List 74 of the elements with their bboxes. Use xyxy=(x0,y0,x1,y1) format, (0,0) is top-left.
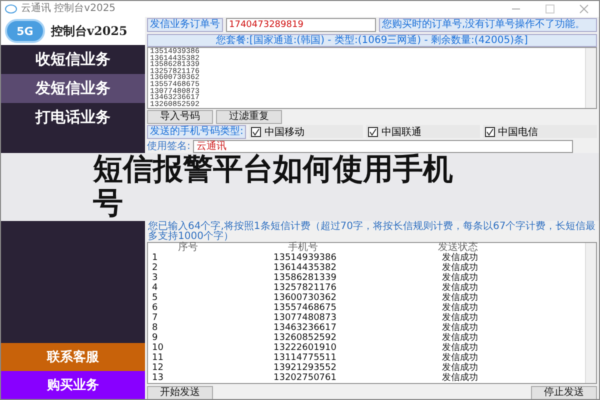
signature-label: 使用签名: xyxy=(147,140,190,153)
table-cell-text: 13077480873 xyxy=(272,313,338,323)
table-cell-text: 8 xyxy=(151,323,159,333)
carrier-label: 发送的手机号码类型: xyxy=(147,124,246,138)
table-cell-text: 发信成功 xyxy=(441,363,479,373)
table-cell-text: 5 xyxy=(151,293,159,303)
checkbox-icon[interactable] xyxy=(368,126,378,136)
table-cell-text: 13222601910 xyxy=(272,343,338,353)
table-cell-text: 13586281339 xyxy=(272,273,338,283)
sidebar-item[interactable]: 发短信业务 xyxy=(1,74,145,103)
table-cell-text: 4 xyxy=(151,283,159,293)
sidebar-item[interactable]: 打电话业务 xyxy=(1,103,145,132)
order-hint: 您购买时的订单号,没有订单号操作不了功能。 xyxy=(379,18,597,32)
table-cell-text: 发信成功 xyxy=(441,303,479,313)
carrier-checkbox[interactable]: 中国联通 xyxy=(366,125,480,138)
table-cell-text: 发信成功 xyxy=(441,323,479,333)
table-cell-text: 发信成功 xyxy=(441,263,479,273)
table-cell-text: 1 xyxy=(151,253,159,263)
logo-badge: 5G xyxy=(5,19,45,43)
maximize-icon[interactable] xyxy=(545,4,555,14)
table-cell-text: 13202750761 xyxy=(272,373,338,383)
column-header: 序号 xyxy=(177,243,199,253)
order-field[interactable]: 1740473289819 xyxy=(226,18,376,32)
checkbox-icon[interactable] xyxy=(251,126,262,136)
action-button[interactable]: 开始发送 xyxy=(147,386,213,399)
list-button[interactable]: 过滤重复 xyxy=(216,110,282,124)
table-cell-text: 发信成功 xyxy=(441,333,479,343)
table-cell-text: 发信成功 xyxy=(441,283,479,293)
table-cell-text: 发信成功 xyxy=(441,293,479,303)
sidebar-button[interactable]: 购买业务 xyxy=(1,371,145,399)
table-cell-text: 发信成功 xyxy=(441,273,479,283)
column-header: 手机号 xyxy=(287,243,319,253)
table-cell-text: 13921293552 xyxy=(272,363,338,373)
close-icon[interactable] xyxy=(579,4,589,14)
order-label: 发信业务订单号 xyxy=(147,18,223,32)
table-cell-text: 9 xyxy=(151,333,159,343)
carrier-text: 中国电信 xyxy=(498,126,538,138)
table-cell-text: 13 xyxy=(151,373,164,383)
logo-title: 控制台v2025 xyxy=(51,22,128,40)
scrollbar[interactable] xyxy=(585,48,596,108)
checkbox-icon[interactable] xyxy=(485,126,496,136)
table-cell-text: 11 xyxy=(151,353,164,363)
table-cell-text: 发信成功 xyxy=(441,353,479,363)
table-cell-text: 发信成功 xyxy=(441,343,479,353)
table-cell-text: 2 xyxy=(151,263,159,273)
table-cell-text: 3 xyxy=(151,273,159,283)
table-cell-text: 发信成功 xyxy=(441,373,479,383)
scrollbar[interactable] xyxy=(585,243,596,383)
carrier-checkbox[interactable]: 中国电信 xyxy=(483,125,597,138)
table-cell-text: 发信成功 xyxy=(441,253,479,263)
table-cell-text: 13463236617 xyxy=(272,323,338,333)
carrier-text: 中国联通 xyxy=(381,126,422,138)
table-cell-text: 13260852592 xyxy=(272,333,338,343)
banner-title: 短信报警平台如何使用手机号 xyxy=(93,153,454,221)
window-title: 云通讯 控制台v2025 xyxy=(21,3,117,15)
carrier-checkbox[interactable]: 中国移动 xyxy=(249,125,364,138)
table-cell-text: 10 xyxy=(151,343,164,353)
sidebar-item[interactable]: 收短信业务 xyxy=(1,45,145,74)
table-cell-text: 13557468675 xyxy=(272,303,338,313)
action-button[interactable]: 停止发送 xyxy=(531,386,597,399)
table-cell-text: 13614435382 xyxy=(272,263,338,273)
column-header: 发送状态 xyxy=(437,243,479,253)
table-cell-text: 13257821176 xyxy=(272,283,338,293)
table-cell-text: 13600730362 xyxy=(272,293,338,303)
list-button[interactable]: 导入号码 xyxy=(147,110,213,124)
table-cell-text: 12 xyxy=(151,363,164,373)
table-cell-text: 13114775511 xyxy=(272,353,338,363)
table-cell-text: 发信成功 xyxy=(441,313,479,323)
sidebar-button[interactable]: 联系客服 xyxy=(1,343,145,371)
signature-field[interactable]: 云通讯 xyxy=(193,140,574,152)
carrier-text: 中国移动 xyxy=(264,126,304,138)
table-cell-text: 13514939386 xyxy=(272,253,338,263)
table-cell-text: 6 xyxy=(151,303,159,313)
table-cell-text: 7 xyxy=(151,313,159,323)
